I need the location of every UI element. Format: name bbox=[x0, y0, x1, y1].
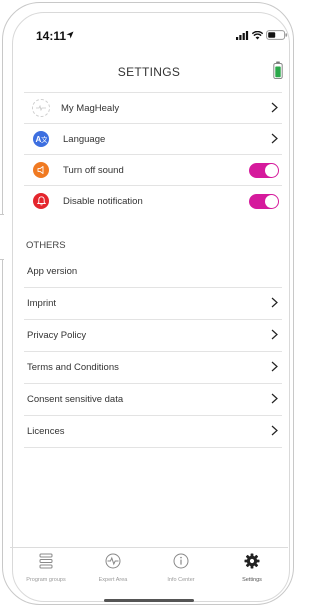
chevron-right-icon[interactable] bbox=[271, 425, 278, 436]
tab-label: Expert Area bbox=[98, 577, 128, 583]
settings-item-disable-notification: Disable notification bbox=[24, 185, 282, 216]
home-indicator[interactable] bbox=[104, 599, 194, 602]
battery-icon[interactable] bbox=[273, 61, 283, 79]
chevron-right-icon[interactable] bbox=[271, 361, 278, 372]
others-item-label: Privacy Policy bbox=[27, 330, 87, 341]
settings-item-label: My MagHealy bbox=[61, 102, 120, 114]
others-item-label: Consent sensitive data bbox=[27, 394, 124, 405]
tab-info-center[interactable]: Info Center bbox=[151, 553, 211, 583]
status-icons bbox=[236, 30, 288, 40]
others-item-label: Imprint bbox=[27, 298, 57, 309]
chevron-right-icon[interactable] bbox=[271, 393, 278, 404]
chevron-right-icon[interactable] bbox=[271, 297, 278, 308]
list-divider bbox=[24, 447, 282, 448]
section-title-others: OTHERS bbox=[26, 240, 66, 251]
settings-item-turn-off-sound: Turn off sound bbox=[24, 154, 282, 185]
others-item-licences[interactable]: Licences bbox=[24, 415, 282, 447]
others-item-consent-sensitive-data[interactable]: Consent sensitive data bbox=[24, 383, 282, 415]
gear-icon bbox=[244, 553, 260, 569]
settings-list: My MagHealy A文 Language Turn off sound D… bbox=[24, 92, 282, 216]
tab-label: Settings bbox=[242, 577, 262, 583]
settings-item-label: Language bbox=[63, 133, 106, 145]
settings-item-label: Disable notification bbox=[63, 195, 143, 207]
signal-icon bbox=[236, 30, 249, 40]
language-icon: A文 bbox=[33, 131, 49, 147]
tab-label: Program groups bbox=[26, 577, 66, 583]
phone-battery-icon bbox=[266, 30, 288, 40]
toggle-knob bbox=[265, 195, 278, 208]
info-icon bbox=[173, 553, 189, 569]
device-icon bbox=[32, 99, 50, 117]
bell-icon bbox=[33, 193, 49, 209]
others-item-app-version: App version bbox=[24, 256, 282, 287]
chevron-right-icon[interactable] bbox=[271, 329, 278, 340]
tab-bar: Program groups Expert Area Info Center S… bbox=[10, 547, 288, 586]
location-arrow-icon bbox=[66, 31, 74, 39]
chevron-right-icon[interactable] bbox=[271, 133, 278, 144]
others-item-privacy-policy[interactable]: Privacy Policy bbox=[24, 319, 282, 351]
others-item-label: Licences bbox=[27, 426, 65, 437]
wifi-icon bbox=[252, 30, 263, 39]
others-item-imprint[interactable]: Imprint bbox=[24, 287, 282, 319]
status-time: 14:11 bbox=[36, 29, 67, 43]
tab-expert-area[interactable]: Expert Area bbox=[83, 553, 143, 583]
sound-toggle[interactable] bbox=[249, 163, 279, 178]
notification-toggle[interactable] bbox=[249, 194, 279, 209]
others-list: App version Imprint Privacy Policy Terms… bbox=[24, 256, 282, 448]
others-item-label: Terms and Conditions bbox=[27, 362, 119, 373]
list-icon bbox=[39, 553, 53, 569]
svg-text:文: 文 bbox=[41, 135, 47, 144]
toggle-knob bbox=[265, 164, 278, 177]
speaker-icon bbox=[33, 162, 49, 178]
settings-item-my-maghealy[interactable]: My MagHealy bbox=[24, 92, 282, 123]
tab-settings[interactable]: Settings bbox=[222, 553, 282, 583]
tab-program-groups[interactable]: Program groups bbox=[16, 553, 76, 583]
chevron-right-icon[interactable] bbox=[271, 102, 278, 113]
tab-label: Info Center bbox=[167, 577, 195, 583]
status-bar: 14:11 bbox=[0, 0, 298, 44]
page-title: SETTINGS bbox=[117, 65, 181, 79]
phone-side-button bbox=[0, 214, 4, 260]
settings-item-label: Turn off sound bbox=[63, 164, 124, 176]
settings-item-language[interactable]: A文 Language bbox=[24, 123, 282, 154]
pulse-icon bbox=[105, 553, 121, 569]
others-item-terms-and-conditions[interactable]: Terms and Conditions bbox=[24, 351, 282, 383]
others-item-label: App version bbox=[27, 266, 78, 277]
